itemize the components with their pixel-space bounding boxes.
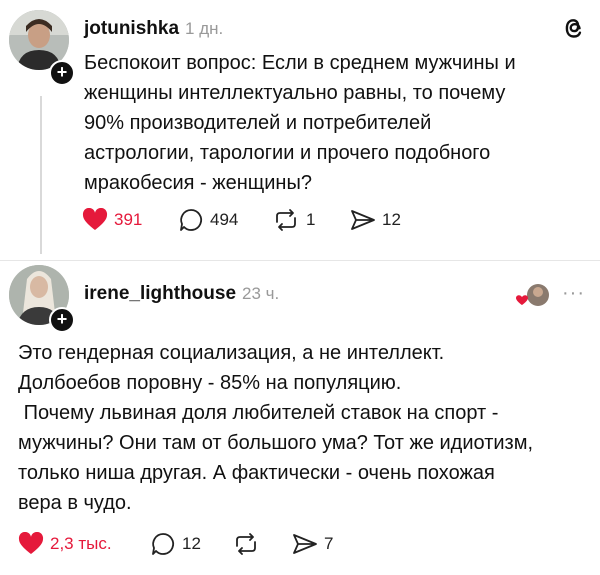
comment-icon (180, 209, 203, 231)
like-count: 2,3 тыс. (50, 534, 112, 553)
repost-icon (236, 533, 256, 555)
ellipsis-icon[interactable]: ··· (562, 282, 585, 305)
comment-button[interactable]: 12 (150, 532, 201, 556)
comment-button[interactable]: 494 (178, 208, 238, 232)
follow-plus-icon[interactable]: + (49, 307, 75, 333)
post-text: Беспокоит вопрос: Если в среднем мужчины… (84, 52, 516, 194)
post-text: Это гендерная социализация, а не интелле… (18, 342, 534, 514)
repost-button[interactable]: 1 (272, 208, 315, 232)
repost-button[interactable] (232, 532, 260, 556)
like-button[interactable]: 2,3 тыс. (18, 532, 112, 556)
comment-count: 12 (182, 534, 201, 553)
comment-icon (152, 533, 175, 555)
timestamp: 1 дн. (185, 19, 224, 38)
like-button[interactable]: 391 (82, 208, 142, 232)
heart-icon (82, 208, 108, 230)
share-button[interactable]: 12 (350, 208, 401, 232)
repost-icon (276, 209, 296, 231)
username[interactable]: irene_lighthouse (84, 283, 236, 304)
username[interactable]: jotunishka (84, 18, 179, 39)
send-icon (293, 534, 317, 554)
comment-count: 494 (210, 210, 239, 229)
post-header: irene_lighthouse 23 ч. (84, 283, 279, 305)
share-count: 12 (382, 210, 401, 229)
liked-by-author-indicator (514, 283, 550, 309)
divider (0, 260, 600, 261)
share-button[interactable]: 7 (292, 532, 333, 556)
follow-plus-icon[interactable]: + (49, 60, 75, 86)
heart-icon (18, 532, 44, 554)
thread-line (40, 96, 42, 254)
repost-count: 1 (306, 210, 316, 229)
timestamp: 23 ч. (242, 284, 280, 303)
send-icon (351, 210, 375, 230)
like-count: 391 (114, 210, 143, 229)
threads-logo-icon[interactable] (562, 16, 588, 42)
post-header: jotunishka 1 дн. (84, 18, 223, 40)
share-count: 7 (324, 534, 334, 553)
